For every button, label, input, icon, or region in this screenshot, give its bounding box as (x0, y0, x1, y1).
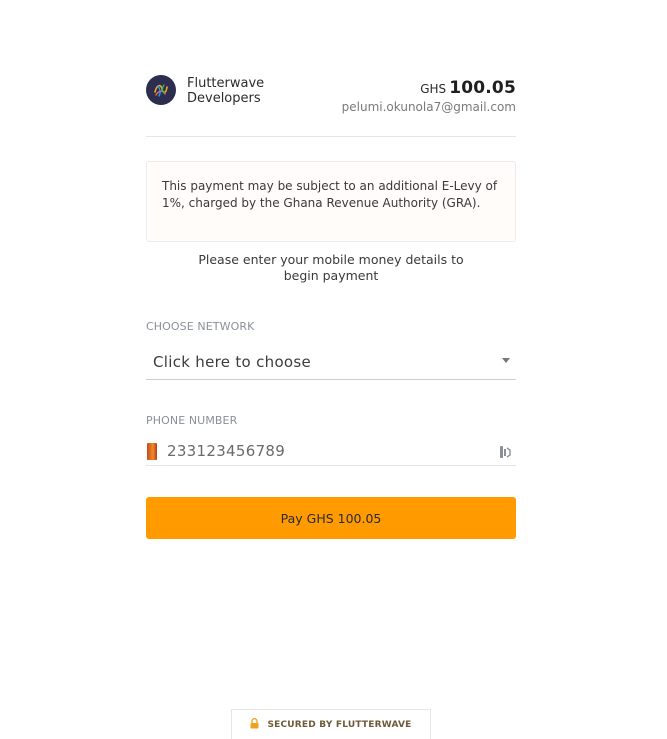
currency-code: GHS (420, 82, 447, 96)
merchant-header: Flutterwave Developers GHS 100.05 pelumi.… (146, 75, 516, 114)
instruction-text: Please enter your mobile money details t… (146, 252, 516, 284)
network-select-value: Click here to choose (153, 353, 312, 371)
merchant-name-line2: Developers (187, 91, 261, 106)
autofill-key-icon[interactable] (499, 444, 511, 458)
instruction-line1: Please enter your mobile money details t… (198, 252, 464, 267)
chevron-down-icon (502, 358, 510, 363)
pay-button[interactable]: Pay GHS 100.05 (146, 497, 516, 539)
payment-amount: GHS 100.05 (420, 78, 516, 98)
ghana-flag-icon[interactable] (147, 443, 157, 460)
amount-value: 100.05 (449, 78, 516, 98)
instruction-line2: begin payment (283, 268, 379, 283)
phone-input[interactable] (167, 439, 467, 463)
network-select[interactable]: Click here to choose (146, 345, 516, 380)
network-label: CHOOSE NETWORK (146, 320, 255, 333)
header-divider (146, 136, 516, 137)
phone-field (146, 436, 516, 466)
e-levy-notice: This payment may be subject to an additi… (146, 161, 516, 242)
phone-label: PHONE NUMBER (146, 414, 238, 427)
secured-badge: SECURED BY FLUTTERWAVE (231, 709, 431, 739)
lock-icon (250, 717, 259, 732)
merchant-name: Flutterwave Developers (187, 76, 264, 106)
merchant-name-line1: Flutterwave (187, 76, 265, 91)
secured-text: SECURED BY FLUTTERWAVE (267, 719, 412, 730)
flutterwave-logo-icon (146, 75, 176, 105)
customer-email: pelumi.okunola7@gmail.com (341, 100, 516, 114)
